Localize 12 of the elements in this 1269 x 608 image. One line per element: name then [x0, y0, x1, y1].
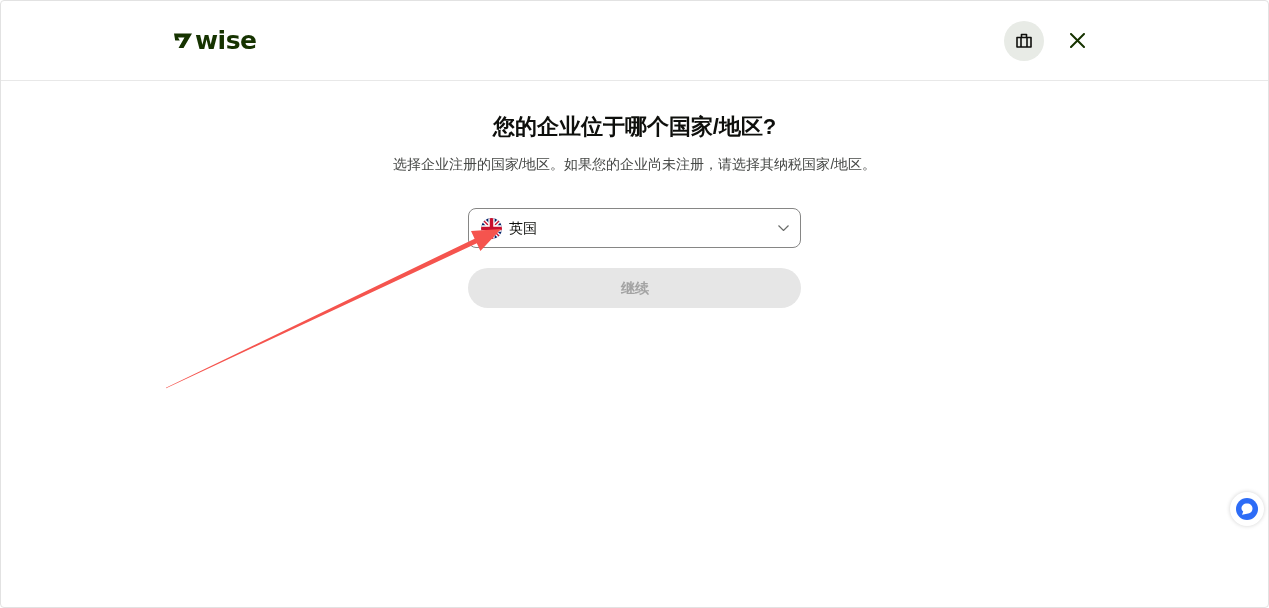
selected-country: 英国 — [509, 219, 537, 238]
page-title: 您的企业位于哪个国家/地区? — [492, 113, 777, 141]
business-button[interactable] — [1004, 20, 1044, 61]
chat-button[interactable] — [1230, 492, 1264, 526]
country-select[interactable]: 英国 — [468, 208, 801, 248]
chevron-down-icon — [778, 225, 789, 231]
page-subtitle: 选择企业注册的国家/地区。如果您的企业尚未注册，请选择其纳税国家/地区。 — [392, 155, 877, 174]
logo-text: wise — [195, 30, 257, 51]
close-icon — [1069, 33, 1085, 48]
briefcase-icon — [1016, 33, 1032, 48]
chat-bubble-icon — [1236, 498, 1258, 520]
logo-mark-icon — [173, 33, 192, 48]
